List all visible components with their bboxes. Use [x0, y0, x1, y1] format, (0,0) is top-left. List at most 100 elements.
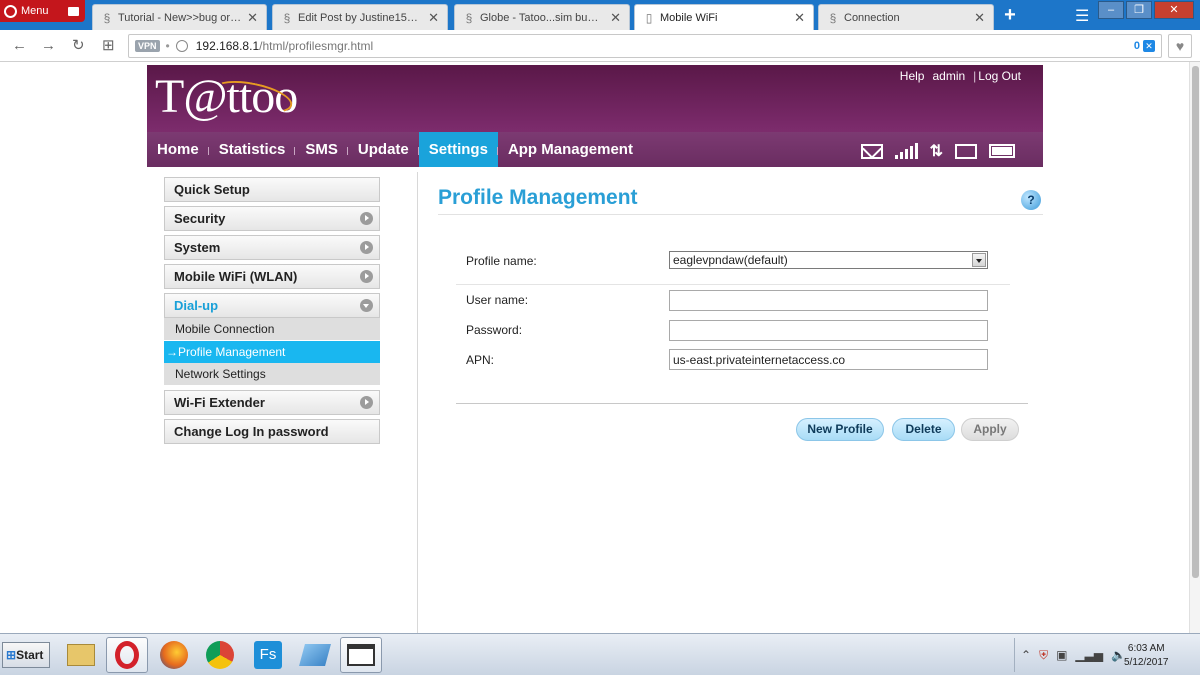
sidebar-item-label: System: [174, 240, 221, 255]
url-host: 192.168.8.1: [195, 39, 260, 53]
chevron-right-icon: [360, 212, 373, 225]
chevron-right-icon: [360, 241, 373, 254]
new-profile-button[interactable]: New Profile: [796, 418, 884, 441]
back-icon[interactable]: ←: [12, 37, 27, 55]
user-name-label: User name:: [466, 293, 529, 307]
page-scrollbar[interactable]: [1189, 62, 1200, 633]
screen-icon: [955, 143, 977, 159]
sidebar-item-quick-setup[interactable]: Quick Setup: [164, 177, 380, 202]
nav-update[interactable]: Update: [346, 132, 419, 167]
faststone-icon[interactable]: Fs: [247, 637, 289, 673]
chevron-down-icon: [360, 299, 373, 312]
start-label: Start: [16, 648, 44, 662]
password-input[interactable]: [669, 320, 988, 341]
opera-logo-icon: [4, 4, 17, 18]
sidebar-item-mobile-wifi[interactable]: Mobile WiFi (WLAN): [164, 264, 380, 289]
speed-dial-icon[interactable]: ⊞: [102, 37, 115, 55]
chrome-icon[interactable]: [199, 637, 241, 673]
delete-button[interactable]: Delete: [892, 418, 955, 441]
sidebar-subitem-profile-management[interactable]: →Profile Management: [164, 341, 380, 363]
flag-icon: [68, 6, 79, 16]
help-icon[interactable]: ?: [1021, 190, 1041, 210]
tray-shield-icon[interactable]: ⛨: [1039, 648, 1048, 663]
nav-home[interactable]: Home: [147, 132, 209, 167]
s-icon: §: [103, 10, 111, 25]
user-name-input[interactable]: [669, 290, 988, 311]
sidebar-item-change-password[interactable]: Change Log In password: [164, 419, 380, 444]
tab-title: Globe - Tatoo...sim bug....pa: [480, 11, 604, 24]
sidebar-item-wifi-extender[interactable]: Wi-Fi Extender: [164, 390, 380, 415]
browser-tab-active[interactable]: ▯ Mobile WiFi ✕: [634, 4, 814, 30]
data-transfer-icon: ⇅: [929, 143, 943, 160]
tab-close-icon[interactable]: ✕: [247, 10, 258, 26]
url-field[interactable]: VPN • 192.168.8.1 /html/profilesmgr.html…: [128, 34, 1162, 58]
page-title: Profile Management: [438, 186, 638, 209]
s-icon: §: [465, 10, 473, 25]
adblock-indicator[interactable]: 0 ✕: [1134, 40, 1155, 52]
sidebar-item-label: Quick Setup: [174, 182, 250, 197]
tray-expand-icon[interactable]: ⌃: [1021, 648, 1031, 662]
opera-icon[interactable]: [106, 637, 148, 673]
forward-icon[interactable]: →: [41, 37, 56, 55]
sidebar-item-security[interactable]: Security: [164, 206, 380, 231]
system-tray: ⌃ ⛨ ▣ ▁▃▅ 🔈: [1014, 638, 1200, 672]
browser-tab-bar: Menu § Tutorial - New>>bug or buta ✕ § E…: [0, 0, 1200, 30]
apply-button[interactable]: Apply: [961, 418, 1019, 441]
reload-icon[interactable]: ↻: [72, 37, 85, 55]
password-label: Password:: [466, 323, 523, 337]
url-separator: •: [165, 39, 170, 53]
link-separator: |: [973, 69, 977, 83]
sidebar-subitem-mobile-connection[interactable]: Mobile Connection: [164, 318, 380, 340]
s-icon: §: [283, 10, 291, 25]
heart-icon[interactable]: ♥: [1168, 34, 1192, 58]
tab-title: Mobile WiFi: [660, 11, 718, 24]
browser-tab[interactable]: § Connection ✕: [818, 4, 994, 30]
admin-link[interactable]: admin: [932, 69, 965, 83]
page-icon: ▯: [645, 10, 653, 25]
window-icon[interactable]: [340, 637, 382, 673]
firefox-icon[interactable]: [153, 637, 195, 673]
browser-tab[interactable]: § Globe - Tatoo...sim bug....pa ✕: [454, 4, 630, 30]
file-explorer-icon[interactable]: [60, 637, 102, 673]
tab-close-icon[interactable]: ✕: [974, 10, 985, 26]
logout-link[interactable]: Log Out: [978, 69, 1021, 83]
sidebar-item-dial-up[interactable]: Dial-up: [164, 293, 380, 318]
sidebar-subitem-network-settings[interactable]: Network Settings: [164, 363, 380, 385]
tray-signal-icon[interactable]: ▁▃▅: [1075, 648, 1103, 662]
tab-title: Edit Post by Justine154 • PH: [298, 11, 422, 24]
tab-close-icon[interactable]: ✕: [794, 10, 805, 26]
battery-icon: [989, 144, 1015, 158]
apn-input[interactable]: [669, 349, 988, 370]
nav-settings[interactable]: Settings: [417, 132, 498, 167]
tab-close-icon[interactable]: ✕: [610, 10, 621, 26]
opera-menu-button[interactable]: Menu: [0, 0, 85, 22]
profile-name-select[interactable]: eaglevpndaw(default): [669, 251, 988, 269]
nav-sms[interactable]: SMS: [294, 132, 348, 167]
clock[interactable]: 6:03 AM 5/12/2017: [1124, 642, 1169, 670]
browser-tab[interactable]: § Edit Post by Justine154 • PH ✕: [272, 4, 448, 30]
window-close-icon[interactable]: ✕: [1154, 1, 1194, 19]
mail-icon[interactable]: [860, 143, 883, 159]
url-path: /html/profilesmgr.html: [259, 39, 374, 53]
browser-tab[interactable]: § Tutorial - New>>bug or buta ✕: [92, 4, 267, 30]
minimize-icon[interactable]: –: [1098, 1, 1124, 19]
s-icon: §: [829, 10, 837, 25]
top-links: Help admin | Log Out: [900, 69, 1021, 83]
sidebar-item-label: Wi-Fi Extender: [174, 395, 265, 410]
nav-app-management[interactable]: App Management: [496, 132, 643, 167]
windows-logo-icon: ⊞: [6, 648, 17, 662]
new-tab-button[interactable]: +: [1000, 5, 1020, 25]
start-button[interactable]: ⊞Start: [2, 642, 50, 668]
notepad-icon[interactable]: [294, 637, 336, 673]
sidebar-item-system[interactable]: System: [164, 235, 380, 260]
tab-close-icon[interactable]: ✕: [428, 10, 439, 26]
scrollbar-thumb[interactable]: [1192, 66, 1199, 578]
restore-icon[interactable]: ❐: [1126, 1, 1152, 19]
nav-statistics[interactable]: Statistics: [207, 132, 296, 167]
tab-menu-icon[interactable]: ☰: [1075, 6, 1089, 26]
vpn-badge[interactable]: VPN: [135, 40, 160, 52]
dropdown-arrow-icon[interactable]: [972, 253, 986, 267]
tray-network-icon[interactable]: ▣: [1056, 648, 1067, 662]
content-divider: [417, 172, 418, 633]
help-link[interactable]: Help: [900, 69, 925, 83]
